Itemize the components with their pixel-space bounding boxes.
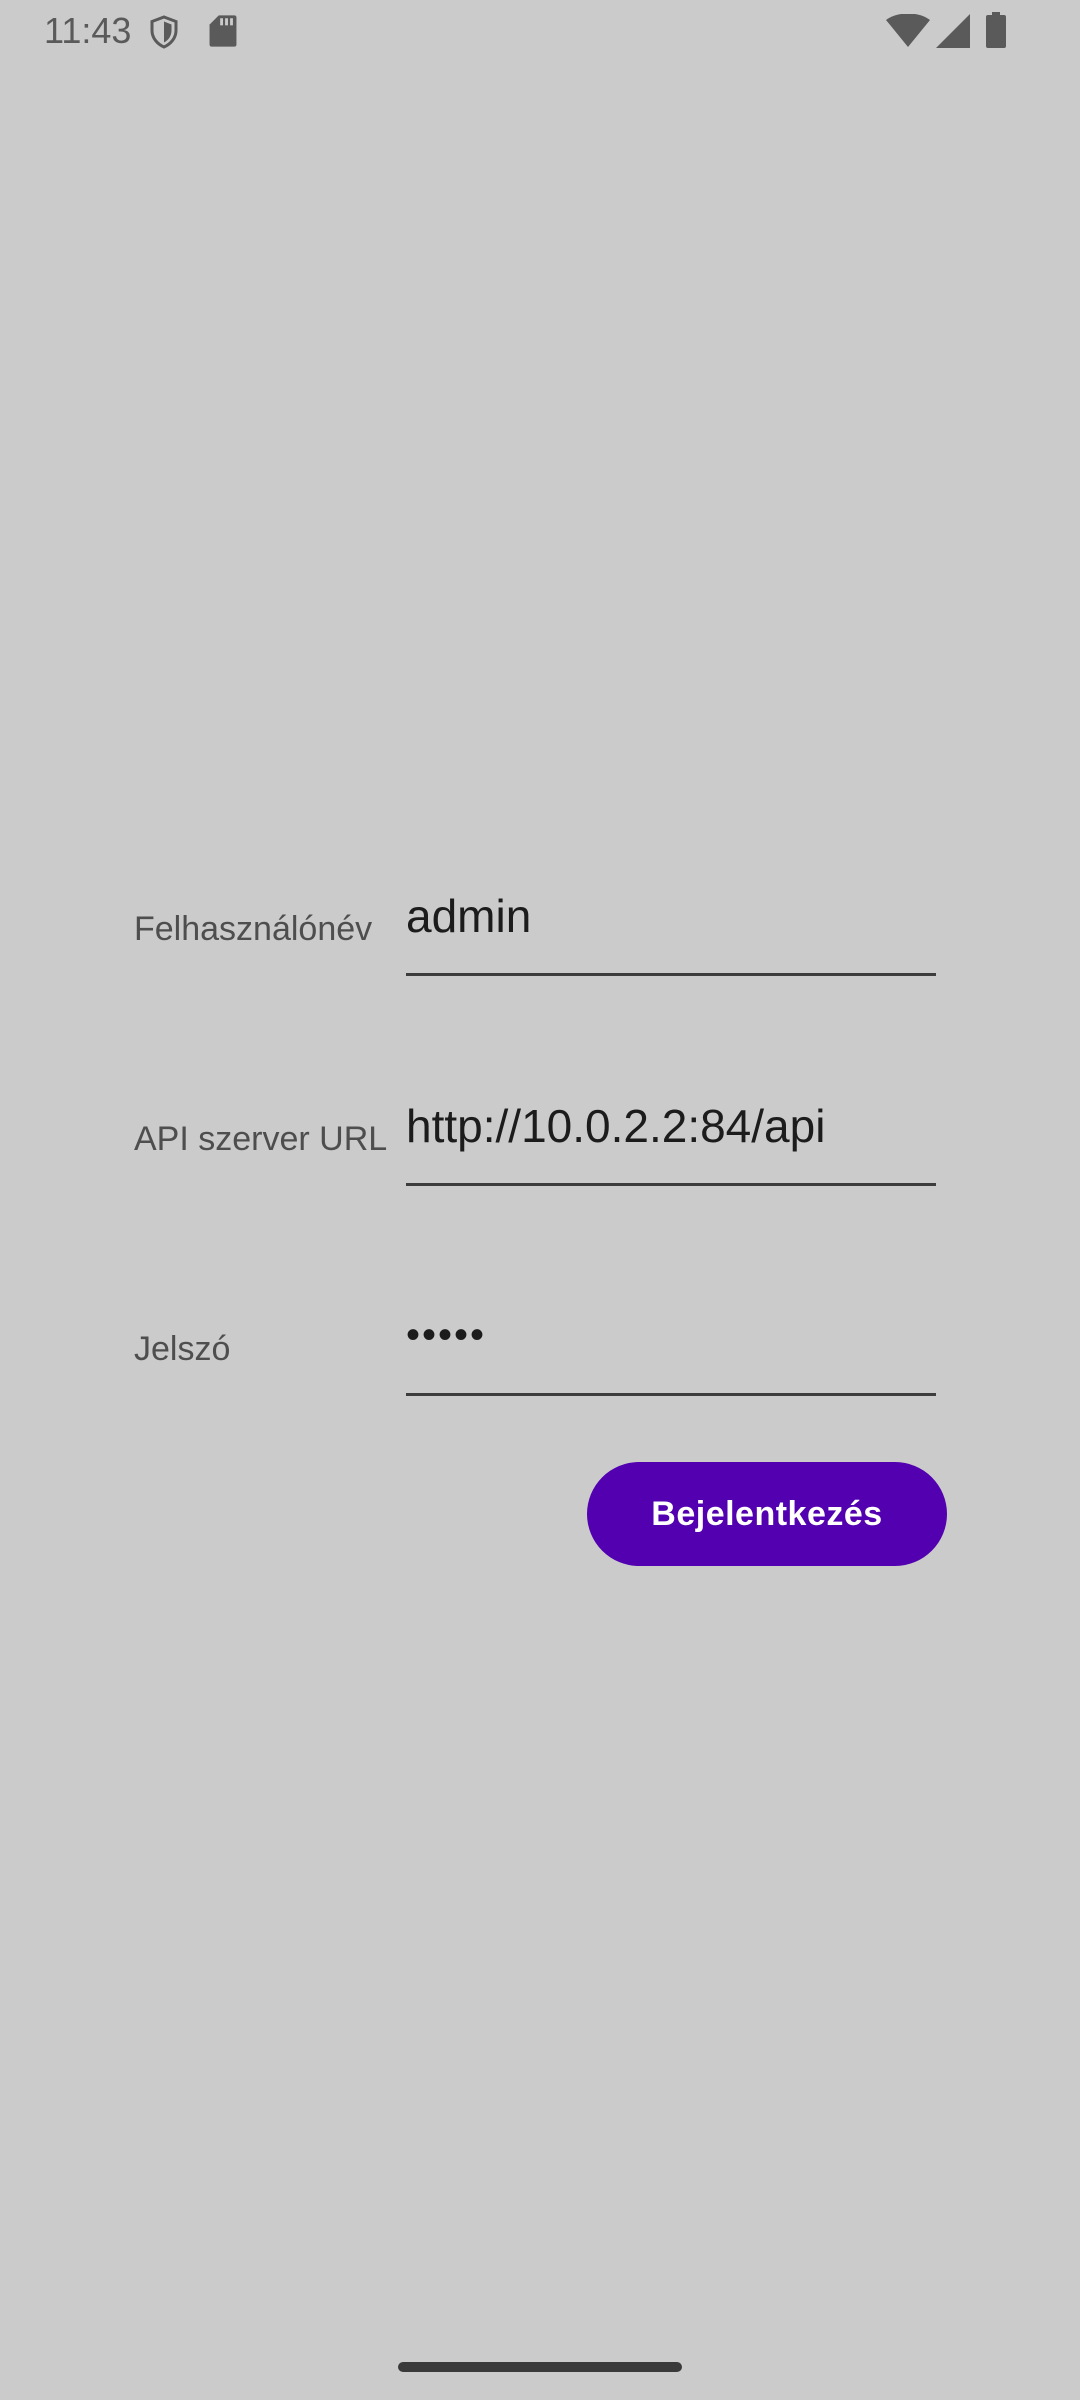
username-row: Felhasználónév <box>0 880 1080 1010</box>
password-input[interactable] <box>406 1300 936 1396</box>
shield-icon <box>146 14 182 50</box>
api-url-input[interactable] <box>406 1090 936 1186</box>
signal-icon <box>936 14 970 48</box>
battery-icon <box>986 12 1006 48</box>
username-label: Felhasználónév <box>134 910 373 948</box>
home-indicator[interactable] <box>398 2362 682 2372</box>
login-button[interactable]: Bejelentkezés <box>587 1462 947 1566</box>
username-input[interactable] <box>406 880 936 976</box>
password-label: Jelszó <box>134 1330 231 1368</box>
api-url-row: API szerver URL <box>0 1090 1080 1220</box>
wifi-icon <box>886 13 930 48</box>
status-time: 11:43 <box>44 10 132 51</box>
password-row: Jelszó <box>0 1300 1080 1430</box>
status-bar: 11:43 <box>0 0 1080 62</box>
sdcard-icon <box>208 14 238 48</box>
api-url-label: API szerver URL <box>134 1120 388 1158</box>
